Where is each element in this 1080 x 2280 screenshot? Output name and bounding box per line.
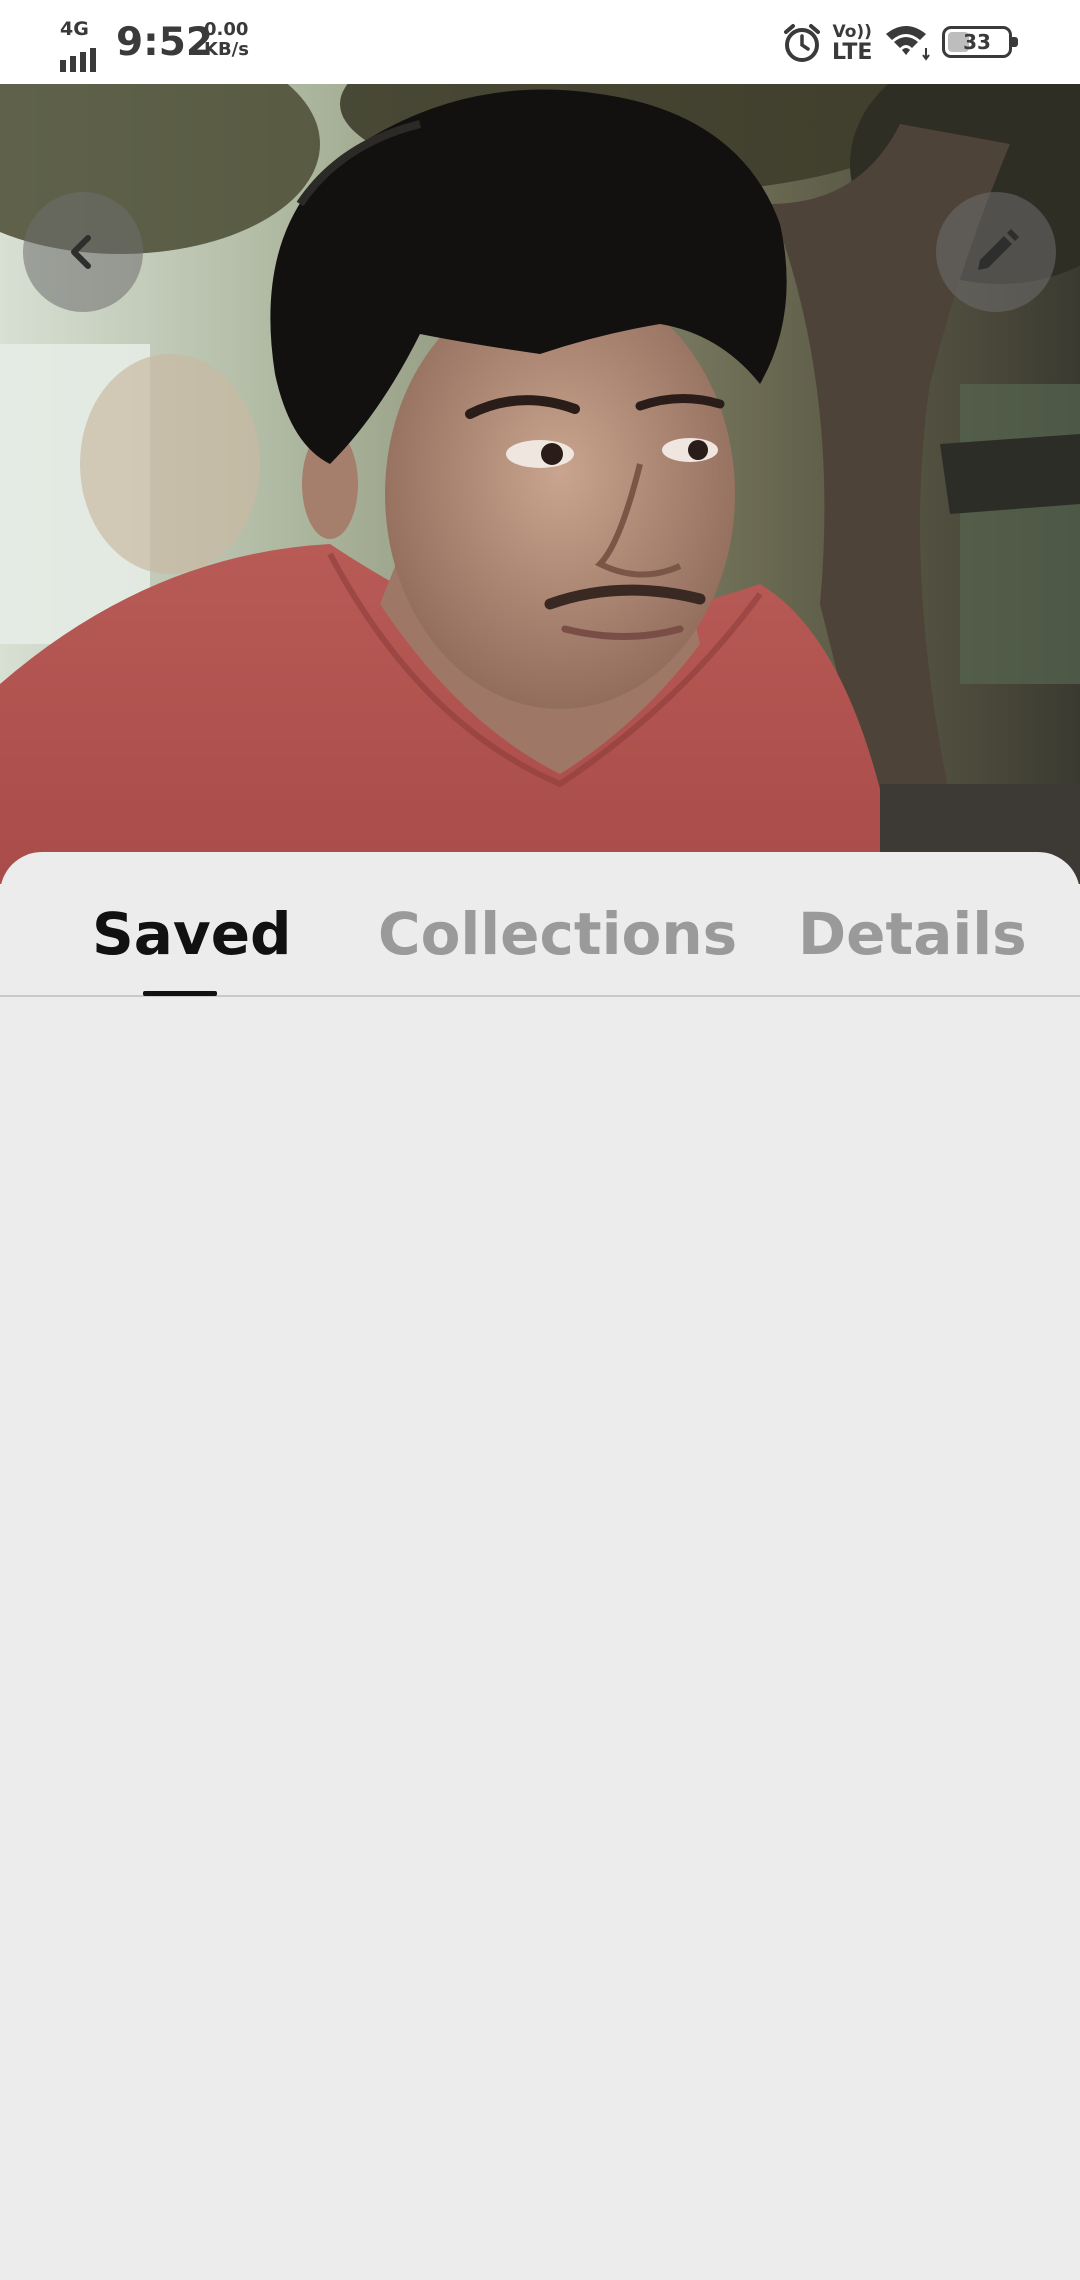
speed-value: 0.00 — [204, 19, 249, 40]
active-tab-indicator — [143, 991, 217, 996]
network-type: 4G — [60, 18, 89, 40]
volte-bottom: LTE — [832, 40, 873, 65]
network-speed: 0.00 KB/s — [204, 20, 249, 60]
tab-saved[interactable]: Saved — [92, 900, 292, 968]
back-button[interactable] — [23, 192, 143, 312]
battery-icon: 33 — [942, 26, 1018, 58]
tab-bar: Saved Collections Details — [0, 852, 1080, 997]
profile-photo-illustration — [0, 84, 1080, 884]
battery-tip — [1012, 37, 1018, 47]
edit-profile-button[interactable] — [936, 192, 1056, 312]
wifi-icon — [886, 26, 930, 61]
chevron-left-icon — [71, 235, 91, 269]
saved-content-area[interactable] — [0, 999, 1080, 2280]
clock: 9:52 — [116, 20, 214, 65]
pencil-icon — [978, 229, 1019, 270]
tab-collections[interactable]: Collections — [378, 900, 737, 968]
volte-top: Vo)) — [832, 22, 872, 42]
content-sheet: Saved Collections Details — [0, 852, 1080, 2280]
status-bar: 4G 9:52 0.00 KB/s Vo)) LTE 33 — [0, 0, 1080, 84]
signal-icon — [60, 48, 96, 72]
battery-level: 33 — [963, 30, 991, 54]
volte-indicator: Vo)) LTE — [832, 22, 872, 64]
status-right: Vo)) LTE 33 — [782, 18, 1022, 68]
tab-details[interactable]: Details — [798, 900, 1027, 968]
profile-photo — [0, 84, 1080, 884]
speed-unit: KB/s — [204, 39, 249, 60]
alarm-icon — [784, 24, 820, 62]
